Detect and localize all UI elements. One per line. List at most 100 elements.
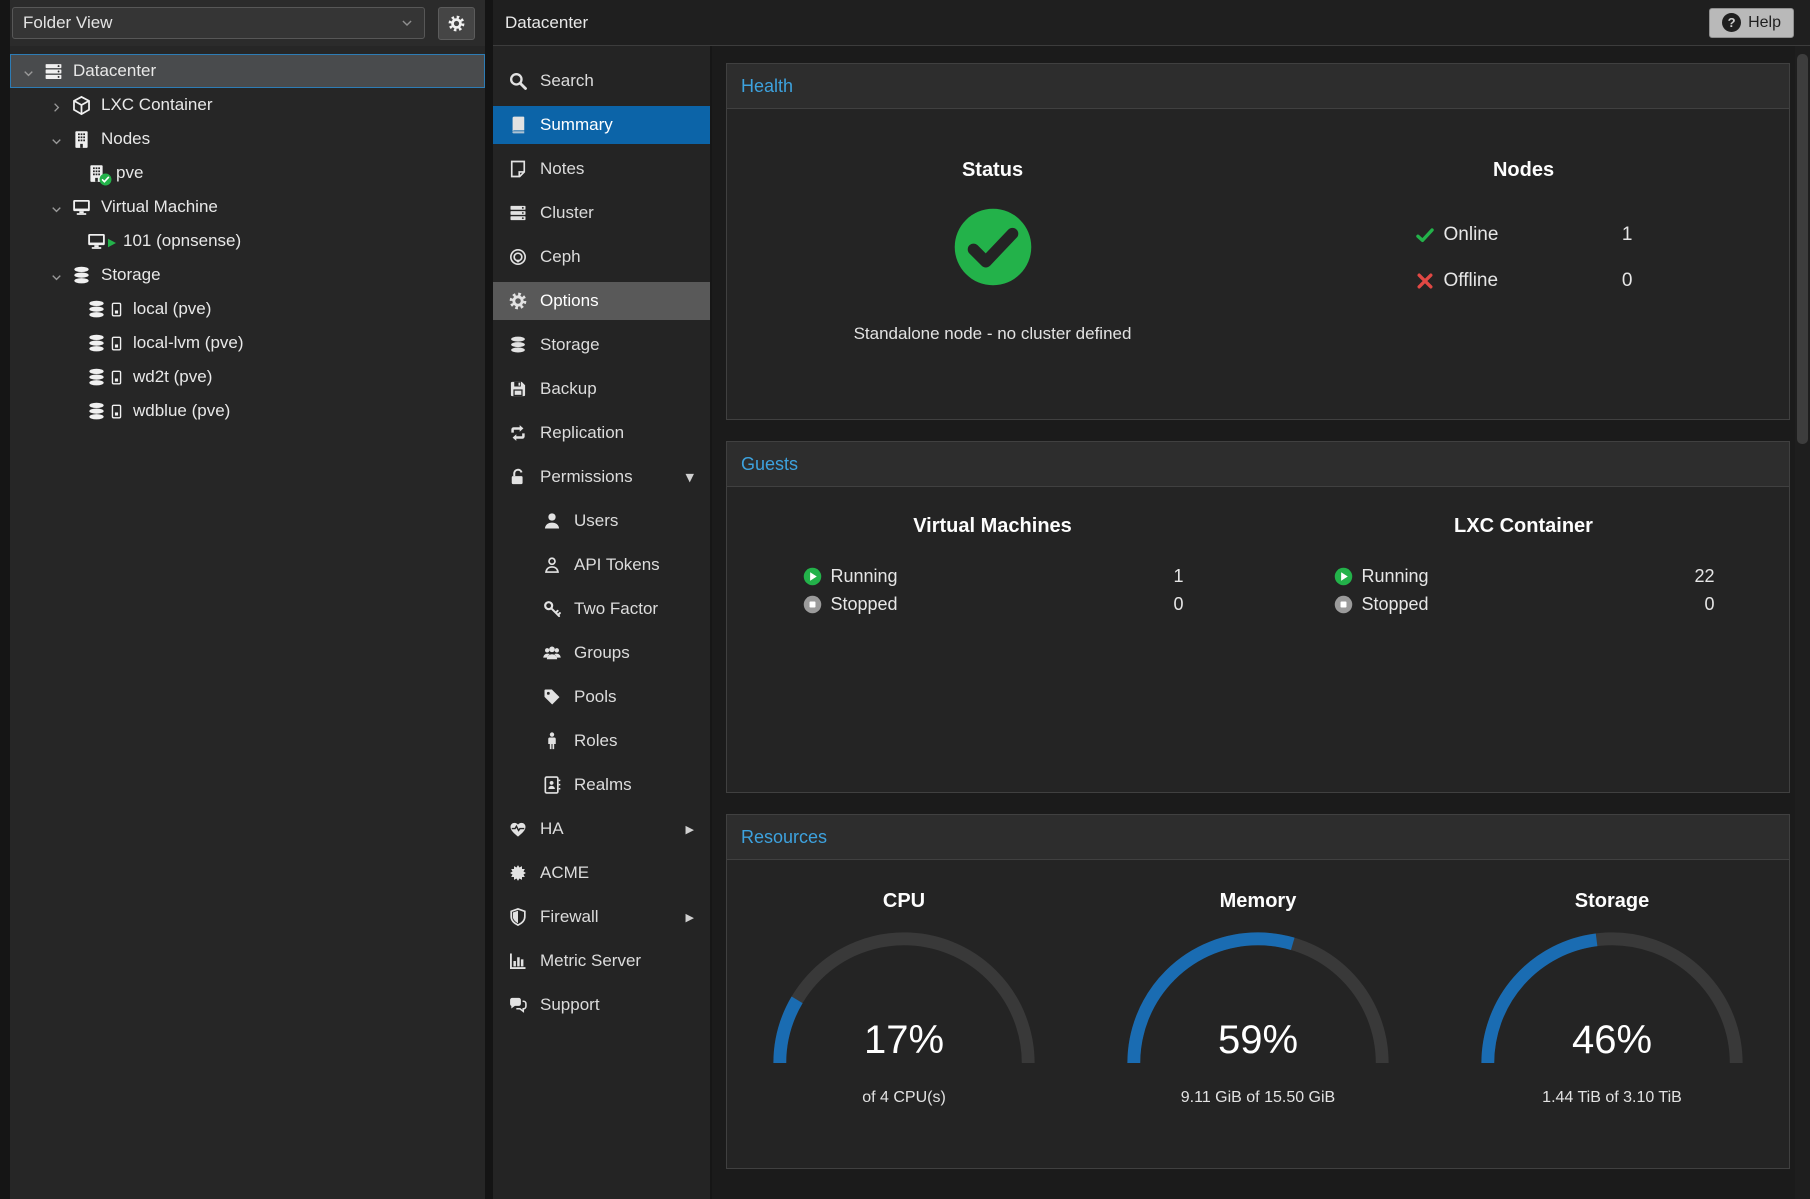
- vm-stopped-count: 0: [1173, 594, 1183, 615]
- tag-icon: [542, 687, 562, 707]
- chevron-down-icon[interactable]: [22, 65, 38, 78]
- vm-title: Virtual Machines: [913, 515, 1072, 538]
- vm-running-row: Running 1: [802, 566, 1184, 587]
- chevron-down-icon[interactable]: [50, 201, 66, 214]
- tree-item-label: Virtual Machine: [101, 197, 218, 217]
- tree-item-nodes[interactable]: Nodes: [10, 122, 485, 156]
- guests-panel-title: Guests: [727, 442, 1789, 487]
- page-title: Datacenter: [505, 13, 588, 33]
- nav-item-firewall[interactable]: Firewall▶: [493, 898, 710, 936]
- resources-panel-title: Resources: [727, 815, 1789, 860]
- tree-item-label: LXC Container: [101, 95, 213, 115]
- tree-item-lxc-container[interactable]: LXC Container: [10, 88, 485, 122]
- search-icon: [508, 71, 528, 91]
- memory-caption: 9.11 GiB of 15.50 GiB: [1181, 1089, 1335, 1107]
- play-badge-icon: [106, 237, 118, 249]
- nav-item-realms[interactable]: Realms: [493, 766, 710, 804]
- drive-icon: [109, 370, 124, 385]
- tree-item-storage-wdblue[interactable]: wdblue (pve): [10, 394, 485, 428]
- tree-item-label: local (pve): [133, 299, 211, 319]
- cube-icon: [71, 95, 92, 116]
- panel-divider[interactable]: [485, 0, 493, 1199]
- nav-item-replication[interactable]: Replication: [493, 414, 710, 452]
- tree-item-label: Datacenter: [73, 61, 156, 81]
- person-icon: [542, 731, 562, 751]
- database-icon: [71, 265, 92, 286]
- chevron-down-icon[interactable]: [50, 133, 66, 146]
- nav-item-options[interactable]: Options: [493, 282, 710, 320]
- tree-item-virtual-machine[interactable]: Virtual Machine: [10, 190, 485, 224]
- nav-item-permissions[interactable]: Permissions▼: [493, 458, 710, 496]
- resource-tree: Datacenter LXC Container Nodes pve Virtu…: [10, 46, 485, 428]
- nav-item-search[interactable]: Search: [493, 62, 710, 100]
- nav-item-backup[interactable]: Backup: [493, 370, 710, 408]
- cpu-gauge: 17%: [766, 925, 1042, 1069]
- cpu-caption: of 4 CPU(s): [862, 1089, 946, 1107]
- comments-icon: [508, 995, 528, 1015]
- servers-icon: [43, 61, 64, 82]
- tree-item-pve[interactable]: pve: [10, 156, 485, 190]
- caret-down-icon: ▼: [686, 471, 694, 484]
- chevron-down-icon: [400, 16, 414, 30]
- chevron-right-icon[interactable]: [50, 99, 66, 112]
- drive-icon: [109, 336, 124, 351]
- servers-icon: [508, 203, 528, 223]
- tree-item-storage-local[interactable]: local (pve): [10, 292, 485, 326]
- nav-item-cluster[interactable]: Cluster: [493, 194, 710, 232]
- monitor-play-icon: [86, 231, 107, 252]
- nav-item-api-tokens[interactable]: API Tokens: [493, 546, 710, 584]
- database-drive-icon: [86, 333, 124, 354]
- online-count: 1: [1622, 224, 1633, 246]
- caret-right-icon: ▶: [686, 911, 694, 924]
- memory-gauge: 59%: [1120, 925, 1396, 1069]
- nav-item-pools[interactable]: Pools: [493, 678, 710, 716]
- nav-item-acme[interactable]: ACME: [493, 854, 710, 892]
- user-outline-icon: [542, 555, 562, 575]
- storage-caption: 1.44 TiB of 3.10 TiB: [1542, 1089, 1682, 1107]
- status-column: Status Standalone node - no cluster defi…: [727, 109, 1258, 419]
- resource-tree-panel: Folder View Datacenter LXC Container N: [10, 0, 485, 1199]
- caret-right-icon: ▶: [686, 823, 694, 836]
- nav-item-notes[interactable]: Notes: [493, 150, 710, 188]
- starburst-icon: [508, 863, 528, 883]
- view-mode-select[interactable]: Folder View: [12, 7, 425, 39]
- tree-item-label: 101 (opnsense): [123, 231, 241, 251]
- tree-settings-button[interactable]: [438, 7, 475, 40]
- nav-item-support[interactable]: Support: [493, 986, 710, 1024]
- tree-item-storage[interactable]: Storage: [10, 258, 485, 292]
- nav-item-two-factor[interactable]: Two Factor: [493, 590, 710, 628]
- address-book-icon: [542, 775, 562, 795]
- tree-item-datacenter[interactable]: Datacenter: [10, 54, 485, 88]
- vertical-scrollbar[interactable]: [1795, 46, 1810, 1199]
- nav-item-users[interactable]: Users: [493, 502, 710, 540]
- nav-item-metric-server[interactable]: Metric Server: [493, 942, 710, 980]
- check-icon: [1415, 225, 1435, 245]
- building-check-icon: [86, 163, 107, 184]
- nav-item-summary[interactable]: Summary: [493, 106, 710, 144]
- storage-gauge: 46%: [1474, 925, 1750, 1069]
- heartbeat-icon: [508, 819, 528, 839]
- nav-item-ceph[interactable]: Ceph: [493, 238, 710, 276]
- health-panel: Health Status Standalone node - no clust…: [726, 63, 1790, 420]
- cpu-percent: 17%: [766, 1018, 1042, 1063]
- tree-item-storage-wd2t[interactable]: wd2t (pve): [10, 360, 485, 394]
- tree-item-storage-local-lvm[interactable]: local-lvm (pve): [10, 326, 485, 360]
- scrollbar-thumb[interactable]: [1797, 54, 1808, 444]
- nav-item-groups[interactable]: Groups: [493, 634, 710, 672]
- bar-chart-icon: [508, 951, 528, 971]
- monitor-icon: [71, 197, 92, 218]
- datacenter-nav: Search Summary Notes Cluster Ceph Option…: [493, 46, 712, 1199]
- tree-item-vm-101[interactable]: 101 (opnsense): [10, 224, 485, 258]
- lxc-running-count: 22: [1694, 566, 1714, 587]
- nav-item-ha[interactable]: HA▶: [493, 810, 710, 848]
- nodes-title: Nodes: [1493, 159, 1554, 182]
- tree-item-label: wd2t (pve): [133, 367, 212, 387]
- nav-item-roles[interactable]: Roles: [493, 722, 710, 760]
- chevron-down-icon[interactable]: [50, 269, 66, 282]
- tree-item-label: Storage: [101, 265, 161, 285]
- storage-gauge-column: Storage 46% 1.44 TiB of 3.10 TiB: [1435, 860, 1789, 1168]
- help-button[interactable]: ? Help: [1709, 8, 1794, 38]
- book-icon: [508, 115, 528, 135]
- lxc-stopped-row: Stopped 0: [1333, 594, 1715, 615]
- nav-item-storage[interactable]: Storage: [493, 326, 710, 364]
